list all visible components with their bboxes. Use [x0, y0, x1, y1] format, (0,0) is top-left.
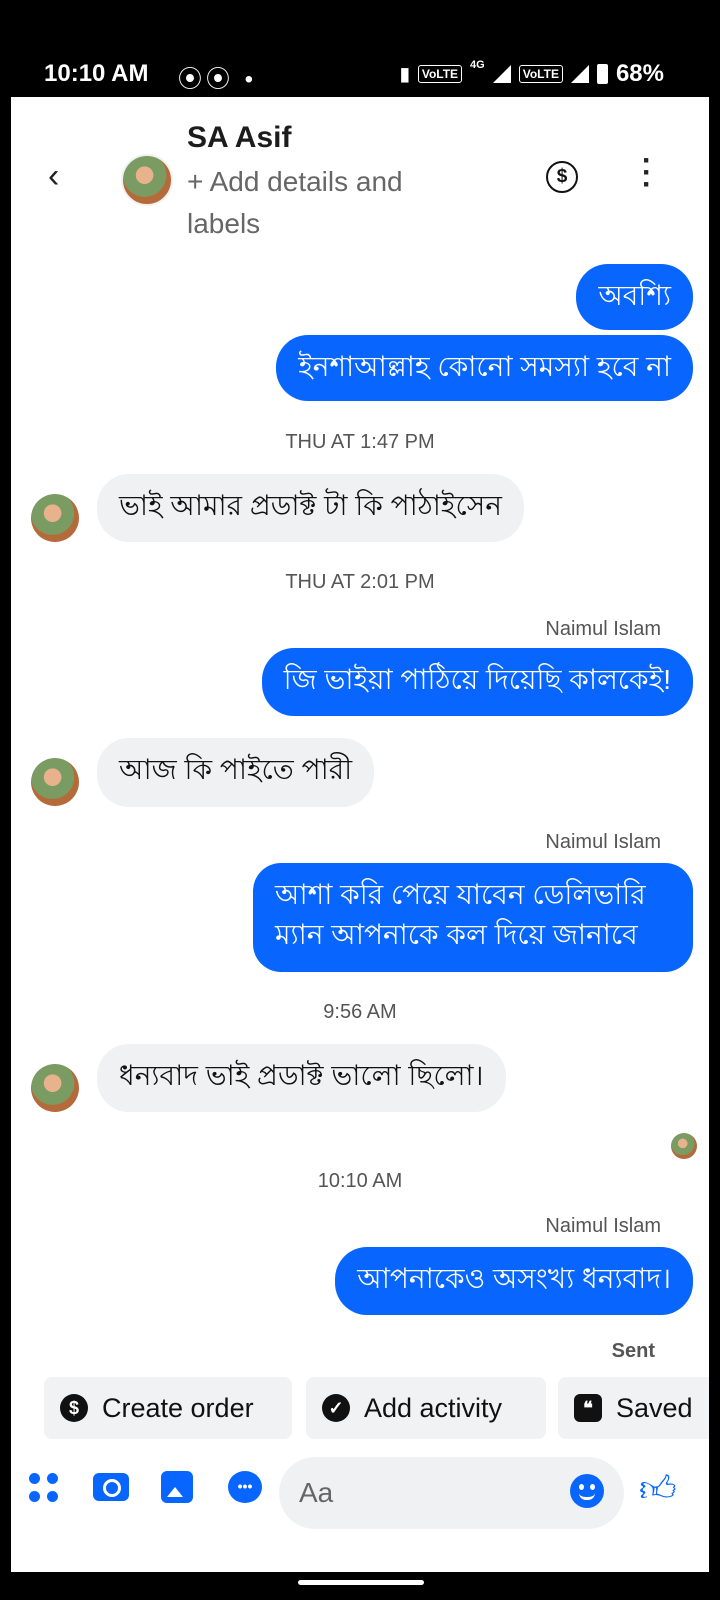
sender-avatar[interactable]: [31, 758, 79, 806]
message-incoming[interactable]: ভাই আমার প্রডাক্ট টা কি পাঠাইসেন: [97, 474, 524, 542]
sent-status: Sent: [611, 1340, 655, 1362]
composer-bar: ••• Aa 👍︎: [11, 1457, 709, 1537]
chip-label: Saved: [616, 1392, 693, 1423]
dollar-circle-icon: $: [60, 1394, 88, 1422]
status-bar: 10:10 AM ⦿⦿ • ▮ VoLTE 4G VoLTE 68%: [0, 0, 720, 97]
dollar-circle-icon[interactable]: $: [546, 161, 578, 193]
add-details-link[interactable]: + Add details and labels: [187, 161, 447, 245]
gesture-pill[interactable]: [298, 1580, 424, 1585]
battery-icon: [596, 64, 608, 84]
more-vertical-icon[interactable]: · · ·: [639, 146, 655, 200]
message-outgoing[interactable]: আপনাকেও অসংখ্য ধন্যবাদ।: [335, 1247, 693, 1315]
message-incoming[interactable]: ধন্যবাদ ভাই প্রডাক্ট ভালো ছিলো।: [97, 1044, 506, 1112]
volte-badge-2: VoLTE: [518, 65, 563, 83]
chip-label: Create order: [102, 1392, 254, 1423]
quick-actions-bar: $ Create order ✓ Add activity ❝ Saved: [44, 1377, 709, 1441]
volte-badge-1: VoLTE: [417, 65, 463, 83]
chip-label: Add activity: [364, 1392, 503, 1423]
apps-grid-icon[interactable]: [29, 1473, 59, 1503]
message-outgoing[interactable]: ইনশাআল্লাহ কোনো সমস্যা হবে না: [276, 335, 693, 401]
status-time: 10:10 AM: [44, 60, 149, 87]
gallery-icon[interactable]: [161, 1471, 193, 1503]
message-outgoing[interactable]: জি ভাইয়া পাঠিয়ে দিয়েছি কালকেই!: [261, 648, 693, 716]
status-right-group: ▮ VoLTE 4G VoLTE 68%: [399, 59, 664, 88]
messenger-bubble-icon[interactable]: •••: [228, 1471, 262, 1503]
check-circle-icon: ✓: [322, 1394, 350, 1422]
network-type: 4G: [470, 59, 485, 71]
battery-level: 68%: [615, 60, 664, 87]
sender-avatar[interactable]: [31, 1064, 79, 1112]
saved-replies-chip[interactable]: ❝ Saved: [558, 1377, 709, 1439]
sender-name: Naimul Islam: [545, 831, 661, 853]
camera-icon[interactable]: [93, 1473, 129, 1501]
saved-replies-icon: ❝: [574, 1394, 602, 1422]
signal-icon: [492, 65, 511, 83]
timestamp: THU AT 2:01 PM: [285, 571, 435, 593]
seen-indicator-avatar: [671, 1133, 697, 1159]
signal-icon-2: [570, 65, 589, 83]
timestamp: 10:10 AM: [317, 1170, 403, 1192]
vibrate-icon: ▮: [399, 63, 410, 84]
sender-name: Naimul Islam: [545, 618, 661, 640]
thumbs-up-icon[interactable]: 👍︎: [639, 1467, 677, 1511]
chat-screen: ‹ SA Asif + Add details and labels $ · · ·…: [11, 97, 709, 1572]
chevron-left-icon[interactable]: ‹: [48, 157, 59, 196]
contact-name[interactable]: SA Asif: [187, 121, 291, 155]
timestamp: THU AT 1:47 PM: [285, 431, 435, 453]
sender-name: Naimul Islam: [545, 1215, 661, 1237]
emoji-icon[interactable]: [570, 1474, 604, 1508]
sender-avatar[interactable]: [31, 494, 79, 542]
message-outgoing[interactable]: অবশ্যি: [576, 264, 693, 330]
message-incoming[interactable]: আজ কি পাইতে পারী: [97, 738, 375, 807]
system-nav-bar: [0, 1572, 720, 1600]
add-activity-chip[interactable]: ✓ Add activity: [306, 1377, 546, 1439]
create-order-chip[interactable]: $ Create order: [44, 1377, 292, 1439]
message-outgoing[interactable]: আশা করি পেয়ে যাবেন ডেলিভারি ম্যান আপনাক…: [253, 863, 693, 972]
status-notification-icons: ⦿⦿ •: [178, 66, 258, 93]
timestamp: 9:56 AM: [323, 1001, 397, 1023]
contact-avatar[interactable]: [121, 154, 173, 206]
chat-header: ‹ SA Asif + Add details and labels $ · · ·: [11, 97, 709, 247]
